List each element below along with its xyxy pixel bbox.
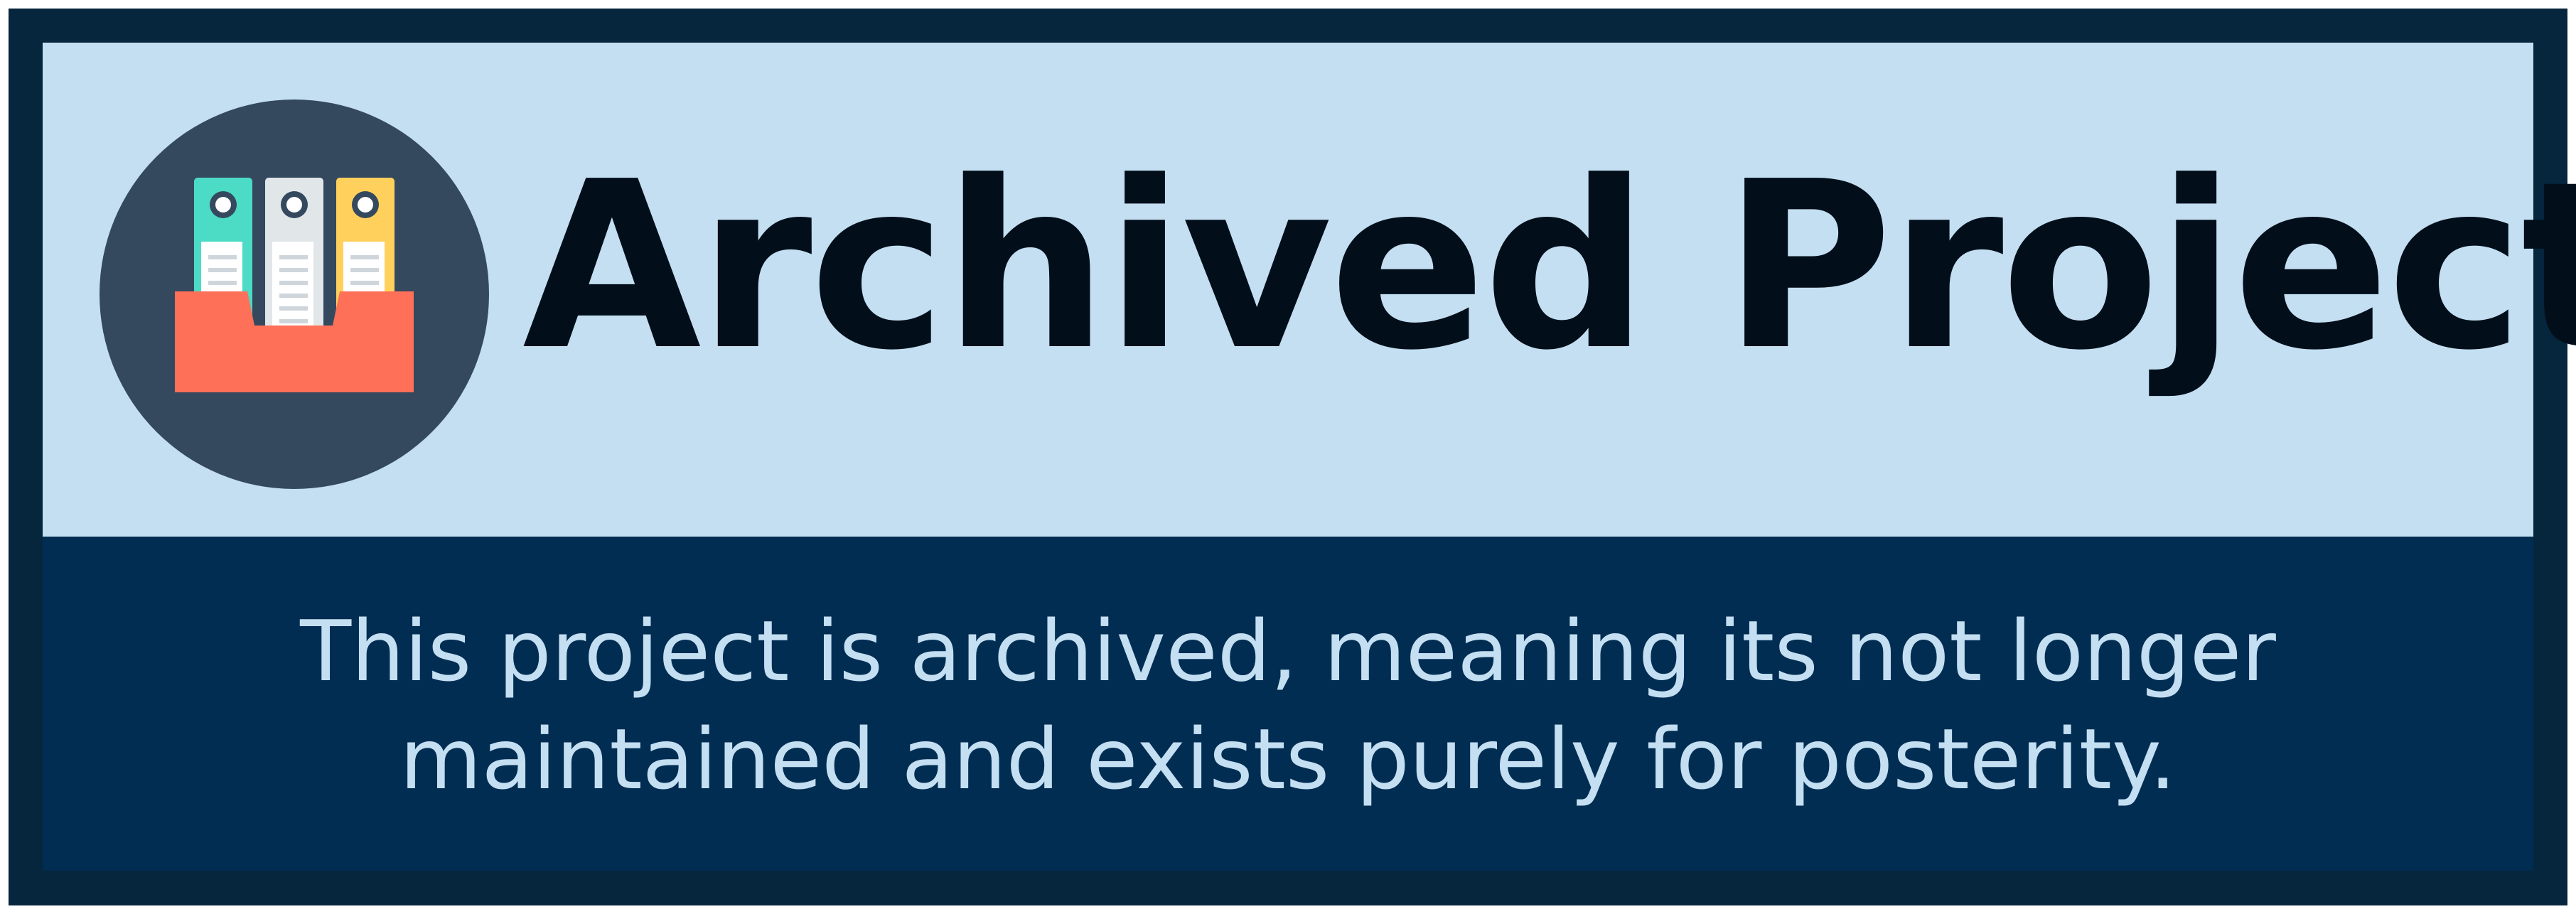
- archived-project-banner: Archived Project This project is archive…: [0, 0, 2576, 914]
- description-line-1: This project is archived, meaning its no…: [300, 602, 2276, 700]
- archive-binders-icon-graphic: [175, 178, 414, 392]
- archive-binders-icon: [100, 100, 489, 489]
- banner-title: Archived Project: [522, 131, 2576, 401]
- banner-description: This project is archived, meaning its no…: [43, 597, 2533, 813]
- description-line-2: maintained and exists purely for posteri…: [399, 710, 2177, 808]
